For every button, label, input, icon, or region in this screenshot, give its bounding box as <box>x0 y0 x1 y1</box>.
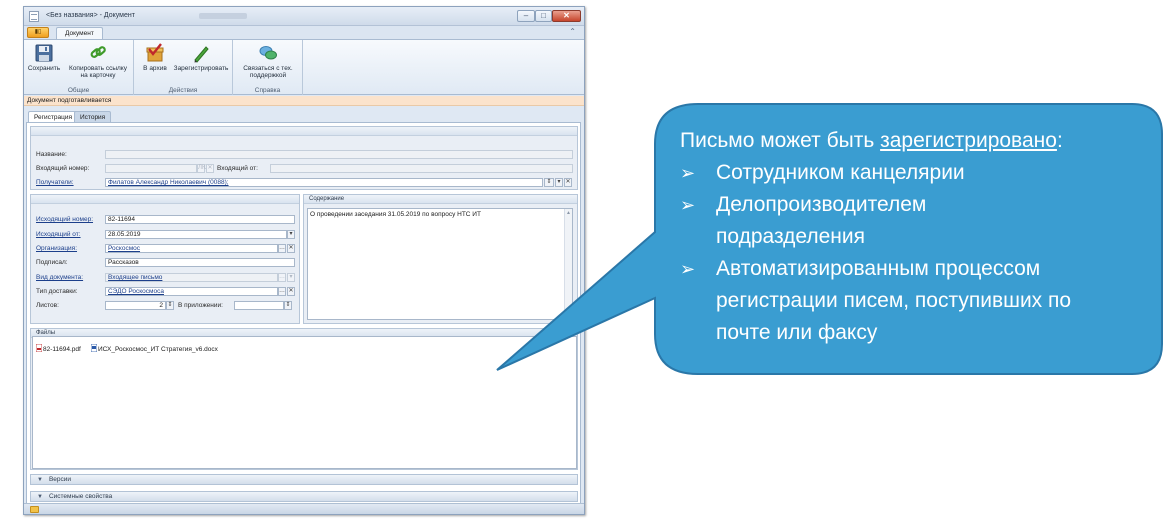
callout-underlined-word: зарегистрировано <box>880 129 1057 152</box>
callout-bullet: ➢ Сотрудником канцелярии <box>680 157 1150 189</box>
callout-bullet: ➢ Делопроизводителем подразделения <box>680 189 990 253</box>
callout-text: Письмо может быть зарегистрировано: ➢ Сот… <box>680 125 1150 349</box>
arrow-bullet-icon: ➢ <box>680 195 696 215</box>
arrow-bullet-icon: ➢ <box>680 259 696 279</box>
arrow-bullet-icon: ➢ <box>680 163 696 183</box>
callout-bullet: ➢ Автоматизированным процессом регистраци… <box>680 253 1130 349</box>
callout-lead: Письмо может быть зарегистрировано: <box>680 129 1063 152</box>
